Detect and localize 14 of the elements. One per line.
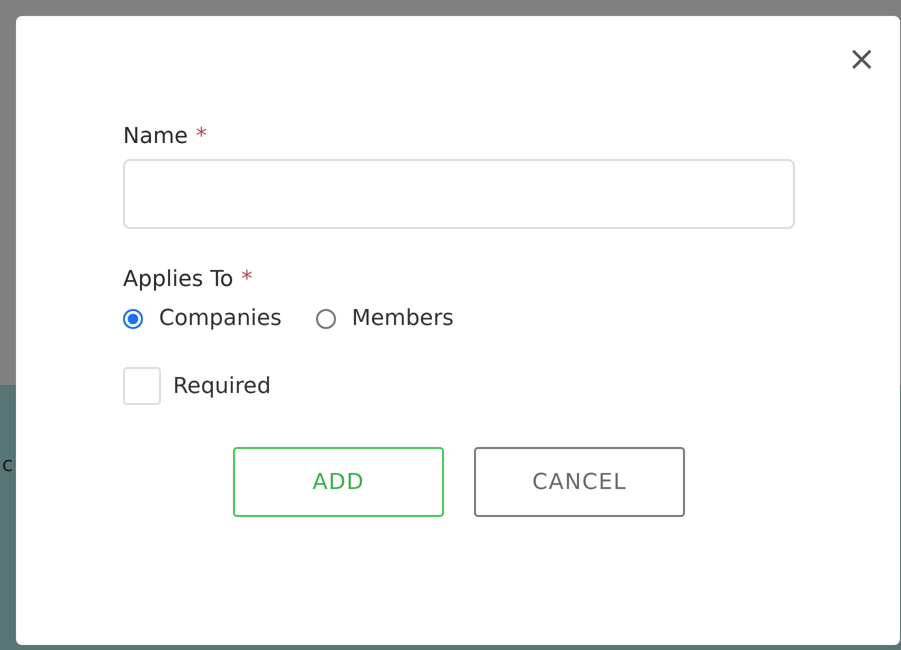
required-mark: * (241, 267, 252, 292)
checkbox[interactable] (123, 367, 161, 405)
radio-option[interactable]: Members (316, 306, 454, 331)
field-label: Name (123, 124, 188, 149)
required-mark: * (196, 124, 207, 149)
radio-icon[interactable] (123, 308, 143, 328)
field-label: Applies To (123, 267, 234, 292)
radio-option[interactable]: Companies (123, 306, 282, 331)
name-input[interactable] (123, 159, 795, 229)
background-text: c (2, 452, 13, 476)
radio-icon[interactable] (316, 308, 336, 328)
cancel-button[interactable]: CANCEL (474, 447, 685, 517)
checkbox-label: Required (173, 374, 271, 398)
close-button[interactable]: × (848, 42, 876, 76)
